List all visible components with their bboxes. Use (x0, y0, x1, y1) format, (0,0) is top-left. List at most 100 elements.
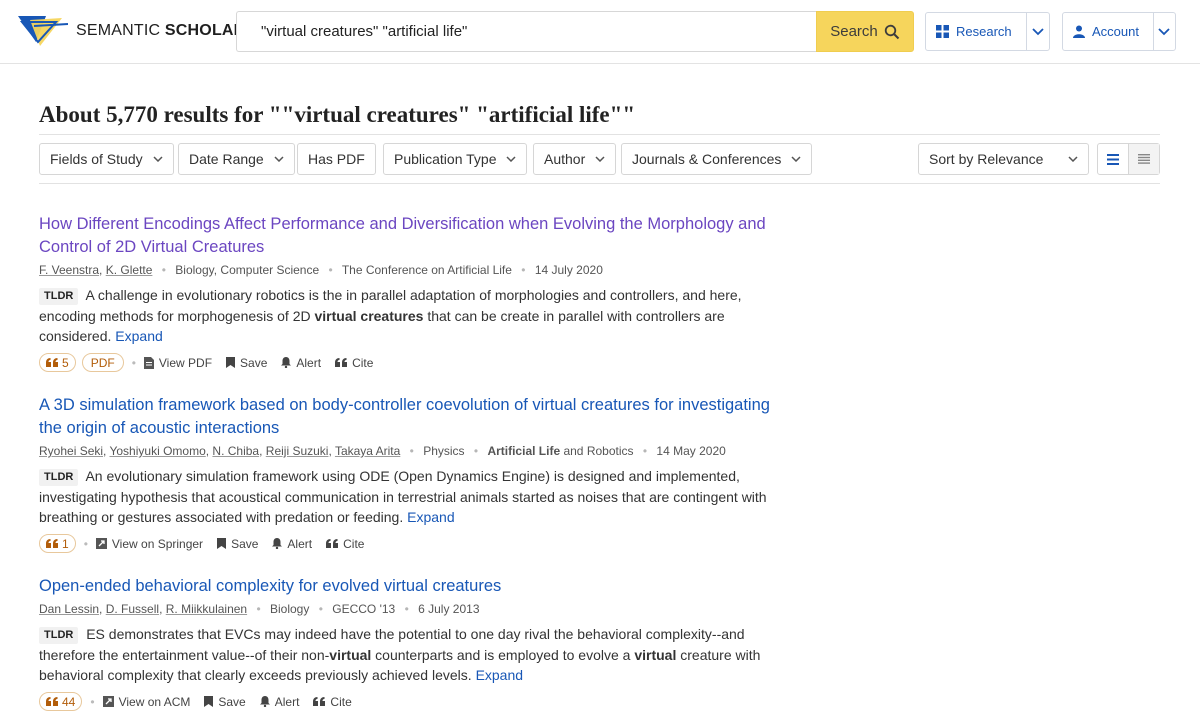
fields-of-study: Biology (270, 602, 310, 616)
search-input[interactable] (237, 12, 816, 51)
brand-name: SEMANTIC SCHOLAR (76, 22, 246, 39)
cite-button[interactable]: Cite (326, 537, 364, 551)
filter-label: Has PDF (308, 151, 365, 167)
search-button[interactable]: Search (816, 11, 914, 52)
save-button[interactable]: Save (217, 537, 258, 551)
tldr-highlight: virtual (634, 646, 677, 663)
filter-publication-type[interactable]: Publication Type (383, 143, 528, 175)
author-link[interactable]: Dan Lessin (39, 602, 99, 616)
account-button[interactable]: Account (1063, 13, 1153, 50)
separator: • (131, 355, 136, 370)
research-dropdown-toggle[interactable] (1025, 13, 1049, 50)
filter-journals-conferences[interactable]: Journals & Conferences (621, 143, 813, 175)
view-label: View on Springer (111, 536, 204, 551)
quote-icon (46, 697, 58, 706)
document-icon (143, 356, 154, 369)
publication-date: 14 July 2020 (534, 263, 603, 277)
top-nav: SEMANTIC SCHOLAR Search Research Account (0, 0, 1200, 64)
chevron-down-icon (153, 156, 163, 162)
alert-button[interactable]: Alert (272, 537, 312, 551)
paper-meta: Ryohei Seki, Yoshiyuki Omomo, N. Chiba, … (39, 444, 726, 458)
citation-count: 1 (62, 536, 69, 551)
chevron-down-icon (791, 156, 801, 162)
compact-list-icon (1138, 154, 1150, 164)
result-actions: 44 • View on ACM Save Alert Cite (39, 692, 784, 712)
fields-of-study: Biology, Computer Science (175, 263, 320, 277)
author-link[interactable]: N. Chiba (212, 444, 259, 458)
filter-fields-of-study[interactable]: Fields of Study (39, 143, 174, 175)
tldr-summary: TLDR An evolutionary simulation framewor… (39, 466, 784, 528)
author-link[interactable]: F. Veenstra (39, 263, 99, 277)
author-link[interactable]: K. Glette (106, 263, 153, 277)
author-link[interactable]: Takaya Arita (335, 444, 400, 458)
citation-count: 44 (62, 694, 76, 709)
divider (39, 183, 1160, 184)
cite-button[interactable]: Cite (335, 356, 373, 370)
quote-icon (335, 358, 348, 367)
bell-icon (272, 538, 283, 549)
author-link[interactable]: Reiji Suzuki (266, 444, 329, 458)
tldr-badge: TLDR (39, 627, 79, 644)
cite-label: Cite (330, 694, 352, 709)
view-pdf-button[interactable]: View PDF (143, 356, 212, 370)
view-external-button[interactable]: View on ACM (102, 694, 191, 709)
quote-icon (46, 539, 58, 548)
citation-count-button[interactable]: 44 (39, 692, 83, 711)
list-view-button[interactable] (1098, 144, 1128, 174)
expand-link[interactable]: Expand (407, 509, 454, 525)
dashboard-icon (936, 25, 949, 38)
pdf-badge[interactable]: PDF (81, 353, 124, 372)
filter-label: Date Range (189, 151, 264, 167)
expand-link[interactable]: Expand (115, 328, 162, 344)
filter-label: Author (544, 151, 586, 167)
paper-meta: F. Veenstra, K. Glette • Biology, Comput… (39, 263, 603, 277)
paper-title-link[interactable]: Open-ended behavioral complexity for evo… (39, 575, 784, 598)
quote-icon (326, 539, 339, 548)
filter-has-pdf[interactable]: Has PDF (297, 143, 376, 175)
save-button[interactable]: Save (226, 356, 267, 370)
venue: The Conference on Artificial Life (341, 263, 512, 277)
account-dropdown-toggle[interactable] (1152, 13, 1175, 50)
sort-select[interactable]: Sort by Relevance (918, 143, 1089, 175)
bookmark-icon (217, 538, 227, 549)
user-icon (1073, 25, 1085, 38)
separator: • (161, 263, 166, 277)
expand-link[interactable]: Expand (476, 667, 523, 683)
separator: • (642, 444, 648, 458)
separator: • (90, 694, 95, 709)
chevron-down-icon (274, 156, 284, 162)
quote-icon (313, 697, 326, 706)
chevron-down-icon (506, 156, 517, 162)
filter-label: Journals & Conferences (632, 151, 782, 167)
compact-view-button[interactable] (1128, 144, 1159, 174)
save-button[interactable]: Save (204, 695, 246, 709)
view-label: View on ACM (118, 694, 191, 709)
search-icon (884, 24, 899, 39)
filter-label: Publication Type (394, 151, 497, 167)
save-label: Save (231, 536, 259, 551)
author-link[interactable]: Ryohei Seki (39, 444, 103, 458)
divider (39, 134, 1160, 135)
bell-icon (281, 357, 292, 368)
citation-count-button[interactable]: 1 (39, 534, 76, 553)
author-link[interactable]: Yoshiyuki Omomo (109, 444, 205, 458)
research-button[interactable]: Research (926, 13, 1026, 50)
external-link-icon (95, 538, 107, 549)
alert-button[interactable]: Alert (259, 695, 299, 709)
author-link[interactable]: D. Fussell (106, 602, 159, 616)
citation-count-button[interactable]: 5 (39, 353, 76, 372)
separator: • (521, 263, 526, 277)
paper-title-link[interactable]: How Different Encodings Affect Performan… (39, 213, 784, 259)
paper-title-link[interactable]: A 3D simulation framework based on body-… (39, 394, 784, 440)
bookmark-icon (226, 357, 236, 368)
account-menu: Account (1062, 12, 1176, 51)
chevron-down-icon (1032, 27, 1044, 35)
view-external-button[interactable]: View on Springer (95, 536, 204, 551)
alert-button[interactable]: Alert (281, 356, 321, 370)
list-view-icon (1107, 153, 1119, 165)
author-link[interactable]: R. Miikkulainen (166, 602, 247, 616)
filter-author[interactable]: Author (533, 143, 617, 175)
cite-button[interactable]: Cite (313, 694, 352, 709)
filter-date-range[interactable]: Date Range (178, 143, 295, 175)
logo[interactable]: SEMANTIC SCHOLAR (16, 12, 245, 50)
